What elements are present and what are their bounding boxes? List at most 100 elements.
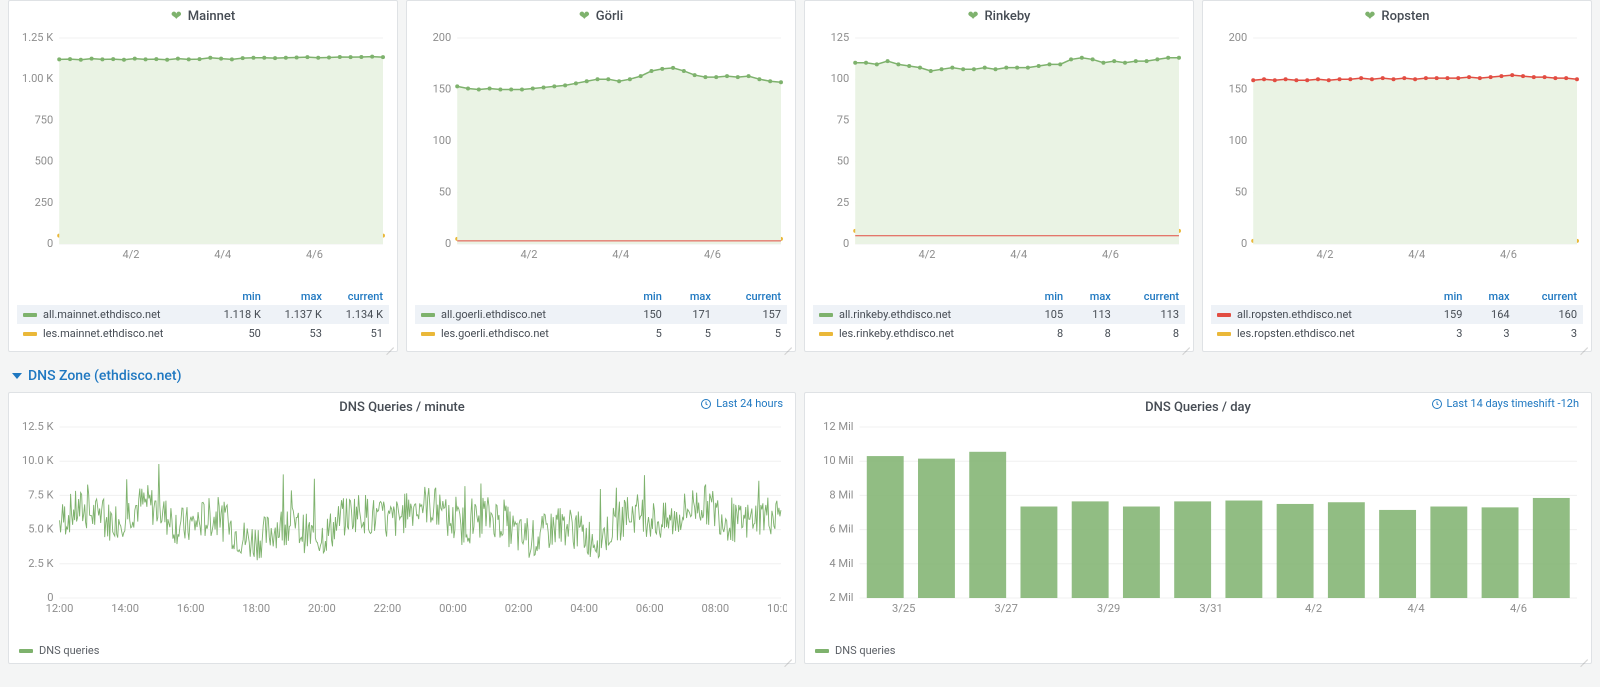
chart-dns-day[interactable]: 2 Mil4 Mil6 Mil8 Mil10 Mil12 Mil3/253/27… bbox=[813, 421, 1583, 638]
chart[interactable]: 02505007501.00 K1.25 K4/24/44/6 bbox=[17, 32, 389, 284]
resize-handle-icon[interactable] bbox=[1578, 338, 1588, 348]
svg-text:10:00: 10:00 bbox=[767, 602, 787, 615]
svg-text:10.0 K: 10.0 K bbox=[22, 454, 54, 467]
legend-row[interactable]: all.rinkeby.ethdisco.net105113113 bbox=[813, 305, 1185, 324]
val-current: 113 bbox=[1117, 305, 1185, 324]
legend: DNS queries bbox=[805, 638, 1591, 663]
val-min: 159 bbox=[1425, 305, 1469, 324]
panel-ropsten[interactable]: ❤Ropsten0501001502004/24/44/6minmaxcurre… bbox=[1202, 0, 1592, 352]
chart-dns-minute[interactable]: 02.5 K5.0 K7.5 K10.0 K12.5 K12:0014:0016… bbox=[17, 421, 787, 638]
val-min: 50 bbox=[206, 324, 267, 343]
val-min: 150 bbox=[623, 305, 668, 324]
resize-handle-icon[interactable] bbox=[782, 338, 792, 348]
panel-görli[interactable]: ❤ Görli 0501001502004/24/44/6 minmaxcurrent… bbox=[406, 0, 796, 352]
legend-row[interactable]: all.goerli.ethdisco.net150171157 bbox=[415, 305, 787, 324]
svg-text:00:00: 00:00 bbox=[439, 602, 467, 615]
panel-title-text: Mainnet bbox=[188, 9, 235, 24]
val-max: 164 bbox=[1468, 305, 1515, 324]
col-max: max bbox=[668, 288, 717, 305]
section-title: DNS Zone (ethdisco.net) bbox=[28, 368, 181, 384]
svg-text:150: 150 bbox=[1229, 83, 1248, 96]
svg-text:150: 150 bbox=[433, 83, 452, 96]
legend-label: DNS queries bbox=[39, 644, 99, 657]
col-min: min bbox=[1425, 288, 1469, 305]
svg-text:75: 75 bbox=[837, 113, 849, 126]
top-row: ❤ Mainnet 02505007501.00 K1.25 K4/24/44/6 m… bbox=[8, 0, 1592, 352]
legend-row[interactable]: all.ropsten.ethdisco.net159164160 bbox=[1211, 305, 1583, 324]
chart[interactable]: 02550751001254/24/44/6 bbox=[813, 32, 1185, 284]
svg-text:12:00: 12:00 bbox=[46, 602, 74, 615]
panel-mainnet[interactable]: ❤Mainnet02505007501.00 K1.25 K4/24/44/6m… bbox=[8, 0, 398, 352]
time-range-text: Last 24 hours bbox=[716, 397, 783, 410]
val-current: 5 bbox=[717, 324, 787, 343]
legend-swatch bbox=[1217, 332, 1231, 336]
val-max: 113 bbox=[1069, 305, 1117, 324]
svg-text:02:00: 02:00 bbox=[505, 602, 533, 615]
panel-dns-day[interactable]: DNS Queries / day Last 14 days timeshift… bbox=[804, 392, 1592, 664]
svg-text:200: 200 bbox=[1229, 32, 1248, 44]
chart[interactable]: 0501001502004/24/44/6 bbox=[1211, 32, 1583, 284]
chart[interactable]: 0501001502004/24/44/6 bbox=[415, 32, 787, 284]
panel-title: DNS Queries / minute bbox=[339, 400, 464, 415]
val-current: 51 bbox=[328, 324, 389, 343]
svg-text:4/4: 4/4 bbox=[612, 248, 629, 261]
val-current: 160 bbox=[1516, 305, 1583, 324]
resize-handle-icon[interactable] bbox=[1578, 650, 1588, 660]
val-min: 1.118 K bbox=[206, 305, 267, 324]
legend-swatch bbox=[23, 332, 37, 336]
resize-handle-icon[interactable] bbox=[782, 650, 792, 660]
svg-text:5.0 K: 5.0 K bbox=[28, 523, 53, 536]
svg-text:0: 0 bbox=[47, 237, 53, 250]
legend-row[interactable]: all.mainnet.ethdisco.net1.118 K1.137 K1.… bbox=[17, 305, 389, 324]
svg-text:100: 100 bbox=[1229, 134, 1248, 147]
panel-rinkeby[interactable]: ❤Rinkeby02550751001254/24/44/6minmaxcurr… bbox=[804, 0, 1194, 352]
svg-text:4/4: 4/4 bbox=[1010, 248, 1027, 261]
resize-handle-icon[interactable] bbox=[384, 338, 394, 348]
resize-handle-icon[interactable] bbox=[1180, 338, 1190, 348]
clock-icon bbox=[700, 398, 712, 410]
bottom-row: DNS Queries / minute Last 24 hours 02.5 … bbox=[8, 392, 1592, 664]
legend-row[interactable]: les.mainnet.ethdisco.net505351 bbox=[17, 324, 389, 343]
panel-title: DNS Queries / day bbox=[1145, 400, 1251, 415]
panel-dns-minute[interactable]: DNS Queries / minute Last 24 hours 02.5 … bbox=[8, 392, 796, 664]
section-dns-zone[interactable]: DNS Zone (ethdisco.net) bbox=[8, 360, 1592, 392]
legend-label: DNS queries bbox=[835, 644, 895, 657]
col-current: current bbox=[1516, 288, 1583, 305]
svg-text:4/2: 4/2 bbox=[1305, 602, 1322, 615]
legend-row[interactable]: les.rinkeby.ethdisco.net888 bbox=[813, 324, 1185, 343]
time-range-link[interactable]: Last 14 days timeshift -12h bbox=[1431, 397, 1580, 410]
time-range-link[interactable]: Last 24 hours bbox=[700, 397, 783, 410]
svg-text:10 Mil: 10 Mil bbox=[823, 454, 853, 467]
legend-swatch bbox=[819, 313, 833, 317]
panel-title-text: Rinkeby bbox=[984, 9, 1030, 24]
svg-text:8 Mil: 8 Mil bbox=[829, 488, 853, 501]
svg-text:3/27: 3/27 bbox=[994, 602, 1017, 615]
series-name: all.goerli.ethdisco.net bbox=[441, 308, 546, 321]
heart-icon: ❤ bbox=[579, 9, 590, 24]
legend-swatch bbox=[19, 649, 33, 653]
val-max: 3 bbox=[1468, 324, 1515, 343]
svg-text:04:00: 04:00 bbox=[570, 602, 598, 615]
panel-title-text: Görli bbox=[596, 9, 623, 24]
svg-text:18:00: 18:00 bbox=[242, 602, 270, 615]
svg-text:50: 50 bbox=[439, 186, 451, 199]
val-current: 3 bbox=[1516, 324, 1583, 343]
heart-icon: ❤ bbox=[171, 9, 182, 24]
svg-text:50: 50 bbox=[1235, 186, 1247, 199]
val-min: 3 bbox=[1425, 324, 1469, 343]
chevron-down-icon bbox=[12, 373, 22, 379]
col-current: current bbox=[717, 288, 787, 305]
clock-icon bbox=[1431, 398, 1443, 410]
svg-text:2.5 K: 2.5 K bbox=[28, 557, 53, 570]
legend-row[interactable]: les.goerli.ethdisco.net555 bbox=[415, 324, 787, 343]
svg-text:7.5 K: 7.5 K bbox=[28, 488, 53, 501]
svg-text:14:00: 14:00 bbox=[111, 602, 139, 615]
svg-text:25: 25 bbox=[837, 196, 849, 209]
col-min: min bbox=[623, 288, 668, 305]
heart-icon: ❤ bbox=[1365, 9, 1376, 24]
val-current: 1.134 K bbox=[328, 305, 389, 324]
time-range-text: Last 14 days timeshift -12h bbox=[1447, 397, 1580, 410]
val-max: 171 bbox=[668, 305, 717, 324]
legend-row[interactable]: les.ropsten.ethdisco.net333 bbox=[1211, 324, 1583, 343]
series-name: les.ropsten.ethdisco.net bbox=[1237, 327, 1355, 340]
